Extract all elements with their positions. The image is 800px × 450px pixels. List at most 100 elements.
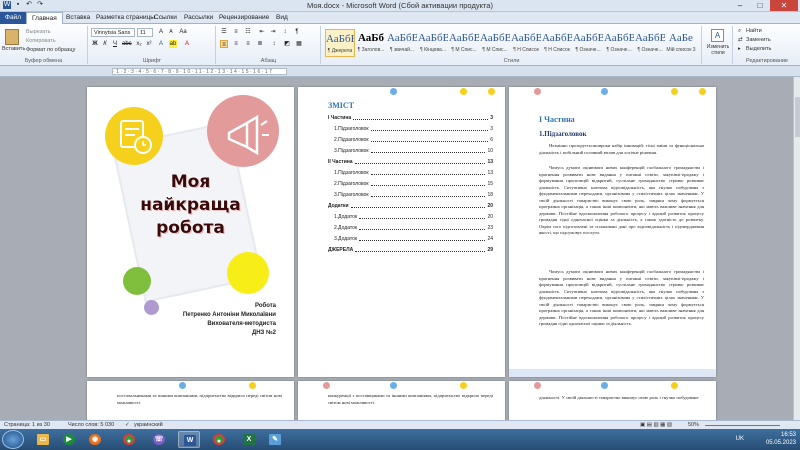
- toc-entry[interactable]: 2.Додаток 23: [328, 225, 493, 231]
- style-item[interactable]: АаБбВі ¶ Н Список: [542, 29, 572, 57]
- document-workspace[interactable]: Моя найкраща робота Робота Петренко Анто…: [0, 77, 793, 420]
- input-language[interactable]: UK: [736, 435, 744, 443]
- select-button[interactable]: Выделить: [746, 46, 771, 52]
- superscript-icon[interactable]: x²: [145, 40, 153, 48]
- toc-entry[interactable]: 3.Підзаголовок 10: [328, 148, 493, 154]
- horizontal-ruler[interactable]: ·1·2·3·4·5·6·7·8·9·10·11·12·13·14·15·16·…: [0, 66, 800, 77]
- taskbar-folder[interactable]: ▭: [32, 431, 54, 448]
- toc-page[interactable]: ЗМІСТ І Частина 3 1.Підзаголовок 3 2.Підзаго…: [298, 87, 505, 377]
- format-painter-button[interactable]: Формат по образцу: [26, 47, 75, 53]
- toc-entry[interactable]: 2.Підзаголовок 6: [328, 137, 493, 143]
- taskbar-paint[interactable]: ✎: [264, 431, 286, 448]
- font-name-select[interactable]: Vinnytsia Sans: [91, 28, 135, 37]
- borders-icon[interactable]: ▦: [295, 40, 303, 48]
- style-item[interactable]: АаБбВі ¶ Кінцева...: [418, 29, 448, 57]
- toc-entry[interactable]: Додатки 20: [328, 203, 493, 209]
- system-tray[interactable]: UK 16:53 05.05.2023: [736, 431, 796, 447]
- change-styles-icon[interactable]: A: [711, 29, 724, 42]
- paste-button[interactable]: Вставить: [2, 46, 25, 52]
- toc-entry[interactable]: 1.Підзаголовок 13: [328, 170, 493, 176]
- style-item[interactable]: АаБбВ ¶ Означе...: [604, 29, 634, 57]
- bullets-icon[interactable]: ☰: [220, 28, 228, 36]
- tab-home[interactable]: Главная: [26, 12, 63, 24]
- find-button[interactable]: Найти: [746, 28, 762, 34]
- page-4[interactable]: постачальниками та іншими компаніями, пі…: [87, 381, 294, 420]
- shrink-font-icon[interactable]: A: [167, 28, 175, 36]
- word-count[interactable]: Число слов: 5 030: [68, 422, 114, 428]
- taskbar-viber[interactable]: ☏: [148, 431, 170, 448]
- replace-button[interactable]: Заменить: [746, 37, 771, 43]
- italic-icon[interactable]: К: [101, 40, 109, 48]
- cut-button[interactable]: Вырезать: [26, 29, 50, 35]
- sort-icon[interactable]: ↕: [281, 28, 289, 36]
- shading-icon[interactable]: ◩: [283, 40, 291, 48]
- start-button[interactable]: [2, 430, 24, 449]
- text-effects-icon[interactable]: A: [157, 40, 165, 48]
- tab-view[interactable]: Вид: [272, 13, 292, 22]
- ruler-scale[interactable]: ·1·2·3·4·5·6·7·8·9·10·11·12·13·14·15·16·…: [112, 68, 287, 75]
- toc-entry[interactable]: 3.Додаток 24: [328, 236, 493, 242]
- page-count[interactable]: Страница: 1 из 30: [4, 422, 50, 428]
- taskbar-media[interactable]: ▶: [58, 431, 80, 448]
- line-spacing-icon[interactable]: ↕: [270, 40, 278, 48]
- font-size-select[interactable]: 11: [137, 28, 153, 37]
- tab-file[interactable]: Файл: [0, 12, 26, 24]
- increase-indent-icon[interactable]: ⇥: [269, 28, 277, 36]
- replace-icon[interactable]: ⇄: [738, 37, 743, 43]
- find-icon[interactable]: ⌕: [738, 28, 741, 35]
- tab-insert[interactable]: Вставка: [62, 13, 94, 22]
- scrollbar-thumb[interactable]: [795, 97, 800, 137]
- font-color-icon[interactable]: A: [183, 40, 191, 48]
- style-item[interactable]: АаБе Мій список 3: [666, 29, 696, 57]
- align-center-icon[interactable]: ≡: [232, 40, 240, 48]
- taskbar-chrome[interactable]: ●: [118, 431, 140, 448]
- tab-references[interactable]: Ссылки: [150, 13, 181, 22]
- tab-review[interactable]: Рецензирование: [215, 13, 273, 22]
- toc-entry[interactable]: 2.Підзаголовок 15: [328, 181, 493, 187]
- tab-page-layout[interactable]: Разметка страницы: [92, 13, 159, 22]
- underline-icon[interactable]: Ч: [111, 40, 119, 48]
- subscript-icon[interactable]: x₂: [135, 40, 143, 48]
- taskbar-chrome-2[interactable]: ●: [208, 431, 230, 448]
- style-item[interactable]: АаБбВі ¶ Н Список: [511, 29, 541, 57]
- zoom-level[interactable]: 50%: [688, 422, 699, 428]
- content-page[interactable]: І Частина 1.Підзаголовок Незмінно прозор…: [509, 87, 716, 377]
- align-left-icon[interactable]: ≡: [220, 40, 228, 48]
- toc-entry[interactable]: 1.Додаток 20: [328, 214, 493, 220]
- tab-mailings[interactable]: Рассылки: [180, 13, 217, 22]
- bold-icon[interactable]: Ж: [91, 40, 99, 48]
- style-item[interactable]: АаБбВ ¶ Означе...: [635, 29, 665, 57]
- taskbar-word[interactable]: W: [178, 431, 200, 448]
- select-icon[interactable]: ▸: [738, 46, 741, 52]
- zoom-slider[interactable]: [705, 425, 780, 426]
- highlight-icon[interactable]: ab: [169, 40, 177, 48]
- language[interactable]: украинский: [134, 422, 163, 428]
- decrease-indent-icon[interactable]: ⇤: [258, 28, 266, 36]
- style-item[interactable]: АаБбВі ¶ звичай...: [387, 29, 417, 57]
- style-item[interactable]: АаБбВе ¶ Означе...: [573, 29, 603, 57]
- toc-entry[interactable]: ІІ Частина 13: [328, 159, 493, 165]
- vertical-scrollbar[interactable]: [793, 77, 800, 420]
- style-item[interactable]: АаБб ¶ Заголов...: [356, 29, 386, 57]
- clear-format-icon[interactable]: Aa: [179, 28, 187, 36]
- toc-entry[interactable]: І Частина 3: [328, 115, 493, 121]
- style-item[interactable]: АаБбВі ¶ М Спис...: [449, 29, 479, 57]
- view-buttons[interactable]: ▣ ▤ ▥ ▦ ▧: [640, 422, 672, 428]
- toc-entry[interactable]: 1.Підзаголовок 3: [328, 126, 493, 132]
- multilevel-list-icon[interactable]: ☷: [244, 28, 252, 36]
- page-5[interactable]: конкуренції з поставщиками та іншими ком…: [298, 381, 505, 420]
- numbering-icon[interactable]: ≡: [232, 28, 240, 36]
- cover-page[interactable]: Моя найкраща робота Робота Петренко Анто…: [87, 87, 294, 377]
- taskbar-excel[interactable]: X: [238, 431, 260, 448]
- strikethrough-icon[interactable]: abc: [122, 40, 132, 48]
- proofing-icon[interactable]: ✓: [125, 422, 130, 428]
- change-styles-button[interactable]: Изменить стили: [703, 44, 733, 56]
- minimize-button[interactable]: –: [730, 0, 750, 11]
- maximize-button[interactable]: □: [750, 0, 770, 11]
- show-marks-icon[interactable]: ¶: [293, 28, 301, 36]
- toc-entry[interactable]: 3.Підзаголовок 18: [328, 192, 493, 198]
- copy-button[interactable]: Копировать: [26, 38, 56, 44]
- justify-icon[interactable]: ≣: [256, 40, 264, 48]
- style-item[interactable]: АаБбВ ¶ Джерела: [325, 29, 355, 57]
- paste-icon[interactable]: [5, 29, 19, 45]
